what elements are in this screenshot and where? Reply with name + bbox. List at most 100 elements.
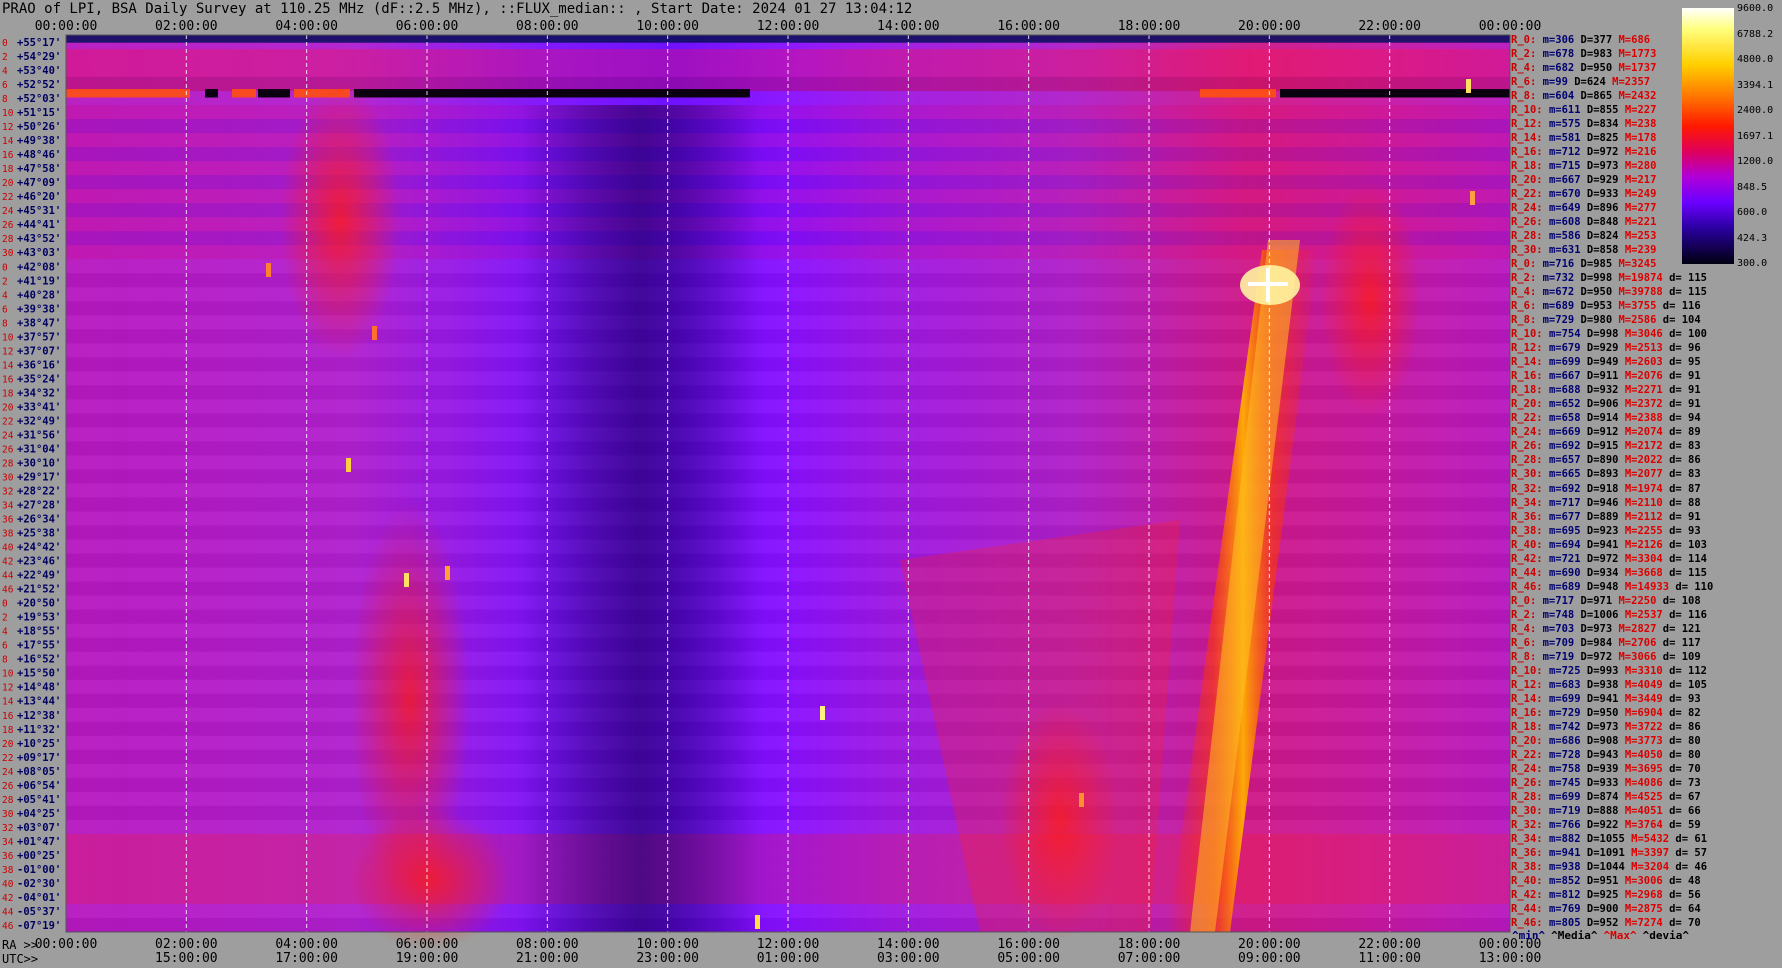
stat-label: R_8: <box>1511 90 1543 103</box>
declination-label: +06°54' <box>17 780 61 792</box>
stat-row: R_26: m=608 D=848 M=221 <box>1511 215 1656 229</box>
stat-devia: d= 91 <box>1669 370 1701 383</box>
stat-label: R_38: <box>1511 524 1549 537</box>
declination-label: +47°58' <box>17 163 61 175</box>
stat-min: m=649 <box>1548 202 1587 215</box>
stat-max: M=2432 <box>1618 90 1657 103</box>
stat-median: D=1055 <box>1586 832 1632 845</box>
top-time-label: 06:00:00 <box>396 19 459 34</box>
stat-max: M=39788 <box>1618 286 1670 299</box>
stat-devia: d= 105 <box>1669 678 1708 691</box>
stat-max: M=2022 <box>1624 454 1670 467</box>
stat-median: D=972 <box>1586 552 1625 565</box>
stat-label: R_28: <box>1511 230 1549 243</box>
stat-max: M=3304 <box>1624 552 1670 565</box>
stat-row: R_44: m=690 D=934 M=3668 d= 115 <box>1511 566 1707 580</box>
stat-median: D=951 <box>1586 874 1625 887</box>
ra-time-label: 10:00:00 <box>636 937 699 952</box>
declination-label: +51°15' <box>17 107 61 119</box>
stat-label: R_24: <box>1511 426 1549 439</box>
stat-label: R_0: <box>1511 34 1543 46</box>
stat-label: R_8: <box>1511 650 1543 663</box>
row-index-label: 2 <box>2 276 8 287</box>
stat-min: m=689 <box>1542 300 1581 313</box>
stat-max: M=3046 <box>1624 328 1670 341</box>
stat-label: R_28: <box>1511 454 1549 467</box>
stat-median: D=912 <box>1586 426 1625 439</box>
stat-row: R_2: m=748 D=1006 M=2537 d= 116 <box>1511 608 1707 622</box>
stat-min: m=938 <box>1548 860 1587 873</box>
stat-row: R_2: m=678 D=983 M=1773 <box>1511 47 1656 61</box>
stat-median: D=934 <box>1586 566 1625 579</box>
stat-max: M=2250 <box>1618 594 1663 607</box>
declination-label: +37°57' <box>17 331 61 343</box>
stat-max: M=3397 <box>1631 846 1676 859</box>
stat-max: M=277 <box>1624 202 1657 215</box>
row-index-label: 16 <box>2 150 14 161</box>
stat-min: m=725 <box>1548 664 1587 677</box>
declination-label: +41°19' <box>17 275 61 287</box>
declination-label: +25°38' <box>17 528 61 540</box>
row-index-label: 40 <box>2 543 14 554</box>
stat-median: D=971 <box>1580 594 1619 607</box>
stat-label: R_20: <box>1511 734 1549 747</box>
declination-label: +43°03' <box>17 247 61 259</box>
stat-min: m=692 <box>1548 440 1587 453</box>
declination-label: +04°25' <box>17 808 61 820</box>
stat-median: D=834 <box>1586 118 1625 131</box>
stat-min: m=729 <box>1548 706 1587 719</box>
stat-median: D=950 <box>1580 286 1619 299</box>
stat-min: m=732 <box>1542 272 1581 285</box>
stat-median: D=938 <box>1586 678 1625 691</box>
declination-label: +18°55' <box>17 626 61 638</box>
stat-max: M=3245 <box>1618 258 1657 271</box>
stat-median: D=950 <box>1580 62 1619 75</box>
stat-label: R_36: <box>1511 846 1549 859</box>
ra-axis-prefix: RA >> <box>2 938 39 952</box>
utc-time-label: 21:00:00 <box>516 951 579 966</box>
stat-min: m=686 <box>1548 734 1587 747</box>
declination-label: +31°04' <box>17 443 61 455</box>
stat-min: m=715 <box>1548 160 1587 173</box>
stat-max: M=5432 <box>1631 832 1676 845</box>
stat-min: m=717 <box>1542 594 1581 607</box>
stat-max: M=2513 <box>1624 342 1670 355</box>
stat-devia: d= 80 <box>1669 748 1701 761</box>
stat-max: M=4086 <box>1624 776 1670 789</box>
stat-min: m=611 <box>1548 104 1587 117</box>
stat-label: R_42: <box>1511 888 1549 901</box>
stat-devia: d= 93 <box>1669 692 1701 705</box>
stat-row: R_16: m=729 D=950 M=6904 d= 82 <box>1511 706 1701 720</box>
row-index-label: 42 <box>2 557 13 568</box>
stat-devia: d= 73 <box>1669 776 1701 789</box>
ra-time-label: 04:00:00 <box>275 937 338 952</box>
stat-min: m=665 <box>1548 468 1587 481</box>
stat-label: R_0: <box>1511 258 1543 271</box>
stat-median: D=896 <box>1586 202 1625 215</box>
stat-min: m=703 <box>1542 622 1581 635</box>
top-time-label: 18:00:00 <box>1118 19 1181 34</box>
stat-row: R_10: m=725 D=993 M=3310 d= 112 <box>1511 664 1707 678</box>
stat-max: M=249 <box>1624 188 1657 201</box>
stat-devia: d= 61 <box>1675 832 1708 845</box>
stat-min: m=717 <box>1548 496 1587 509</box>
utc-time-label: 09:00:00 <box>1238 951 1301 966</box>
stat-min: m=652 <box>1548 398 1587 411</box>
stat-max: M=2172 <box>1624 440 1670 453</box>
missing-data-segment <box>354 89 750 98</box>
stat-max: M=217 <box>1624 174 1657 187</box>
stat-median: D=941 <box>1586 692 1625 705</box>
top-time-label: 04:00:00 <box>275 19 338 34</box>
row-index-label: 20 <box>2 178 14 189</box>
stat-label: R_18: <box>1511 720 1549 733</box>
stat-max: M=2271 <box>1624 384 1670 397</box>
stat-max: M=1974 <box>1624 482 1670 495</box>
stat-row: R_40: m=694 D=941 M=2126 d= 103 <box>1511 538 1707 552</box>
declination-label: +30°10' <box>17 457 61 469</box>
ra-time-label: 08:00:00 <box>516 937 579 952</box>
declination-label: +22°49' <box>17 570 61 582</box>
point-source <box>755 915 760 929</box>
stat-devia: d= 89 <box>1669 426 1701 439</box>
stat-row: R_6: m=689 D=953 M=3755 d= 116 <box>1511 299 1701 313</box>
stat-max: M=3310 <box>1624 664 1670 677</box>
